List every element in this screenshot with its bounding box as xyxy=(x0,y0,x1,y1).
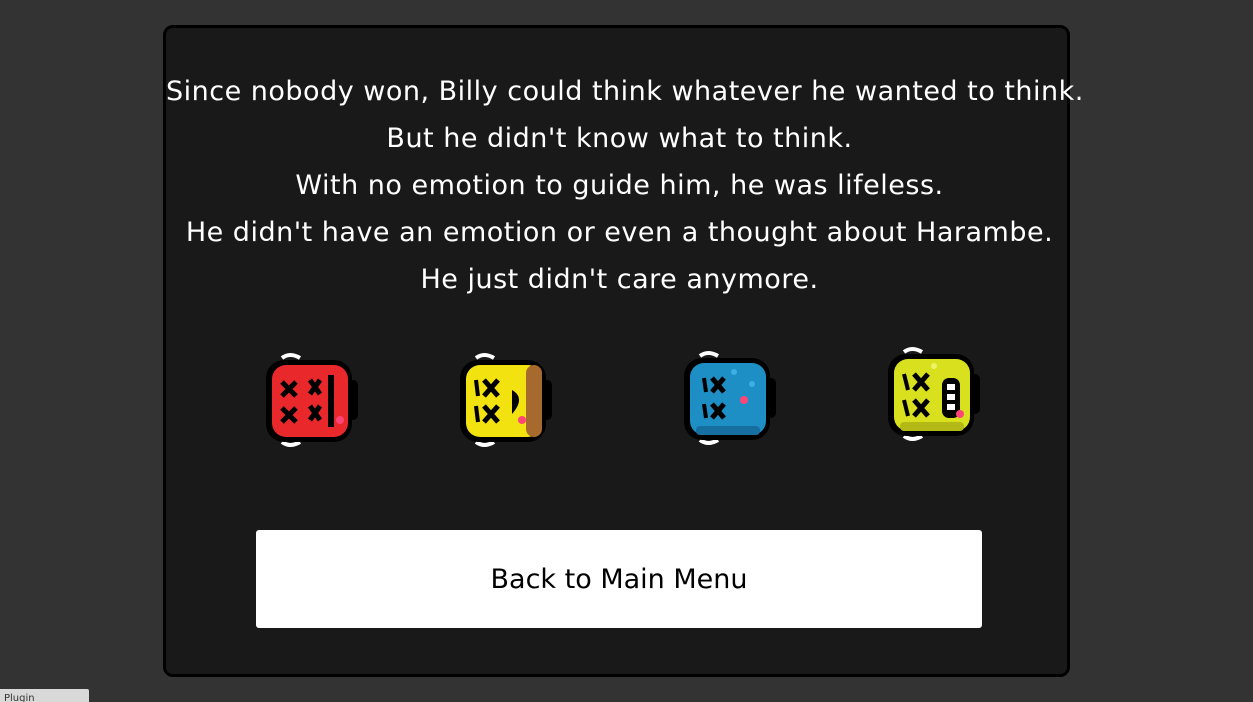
lime-character-icon xyxy=(884,344,984,444)
story-line: He didn't have an emotion or even a thou… xyxy=(185,217,1054,248)
corner-tab-label: Plugin xyxy=(4,693,35,702)
story-text: Since nobody won, Billy could think what… xyxy=(166,68,1084,303)
corner-tab[interactable]: Plugin xyxy=(0,689,89,702)
story-line: With no emotion to guide him, he was lif… xyxy=(295,170,944,201)
game-stage: Since nobody won, Billy could think what… xyxy=(0,0,1253,702)
story-line: But he didn't know what to think. xyxy=(386,123,853,154)
red-character-icon xyxy=(262,350,362,450)
blue-character-icon xyxy=(680,348,780,448)
story-line: Since nobody won, Billy could think what… xyxy=(166,76,1084,107)
yellow-character-icon xyxy=(456,350,556,450)
back-to-main-menu-button[interactable]: Back to Main Menu xyxy=(256,530,982,628)
story-line: He just didn't care anymore. xyxy=(420,264,819,295)
